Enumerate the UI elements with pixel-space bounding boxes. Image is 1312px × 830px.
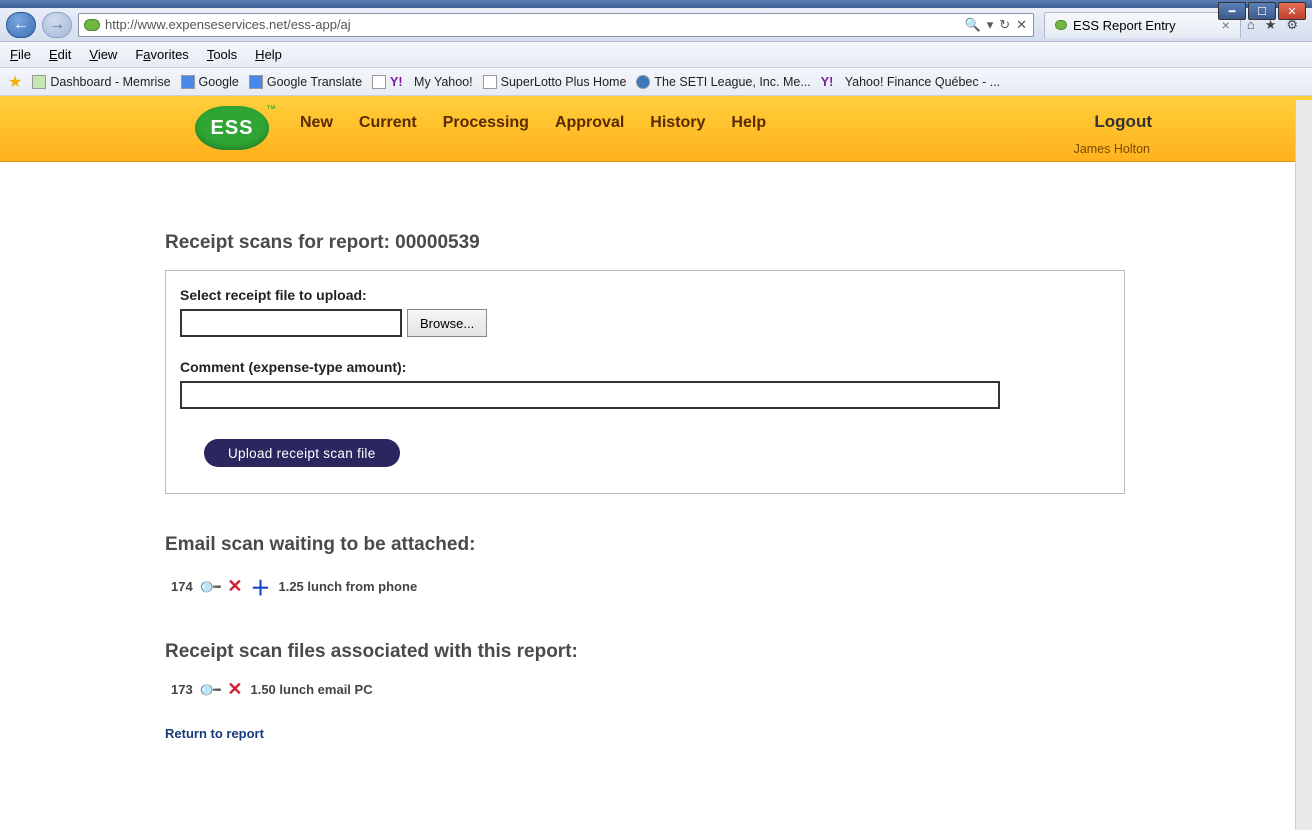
search-icon[interactable]: 🔍 xyxy=(965,17,981,33)
nav-history[interactable]: History xyxy=(650,114,705,132)
email-scan-heading: Email scan waiting to be attached: xyxy=(165,534,1125,556)
fav-link[interactable]: Google Translate xyxy=(249,75,362,89)
select-file-label: Select receipt file to upload: xyxy=(180,287,1110,303)
menu-file[interactable]: File xyxy=(10,47,31,62)
menu-edit[interactable]: Edit xyxy=(49,47,71,62)
page-title: Receipt scans for report: 00000539 xyxy=(165,232,1125,254)
address-bar[interactable]: 🔍 ▾ ↻ ✕ xyxy=(78,13,1034,37)
app-nav: New Current Processing Approval History … xyxy=(300,114,766,132)
nav-approval[interactable]: Approval xyxy=(555,114,624,132)
scan-id: 173 xyxy=(165,682,193,697)
page-content: Receipt scans for report: 00000539 Selec… xyxy=(0,162,1312,741)
nav-current[interactable]: Current xyxy=(359,114,417,132)
upload-panel: Select receipt file to upload: Browse...… xyxy=(165,270,1125,494)
comment-input[interactable] xyxy=(180,381,1000,409)
window-close-button[interactable]: ✕ xyxy=(1278,2,1306,20)
vertical-scrollbar[interactable] xyxy=(1295,100,1312,830)
menu-tools[interactable]: Tools xyxy=(207,47,237,62)
menu-favorites[interactable]: Favorites xyxy=(135,47,188,62)
refresh-icon[interactable]: ↻ xyxy=(999,17,1010,33)
favorites-bar: ★ Dashboard - Memrise Google Google Tran… xyxy=(0,68,1312,96)
tab-title: ESS Report Entry xyxy=(1073,18,1176,33)
browser-toolbar: ← → 🔍 ▾ ↻ ✕ ESS Report Entry × ⌂ ★ ⚙ xyxy=(0,8,1312,42)
site-icon xyxy=(84,19,100,31)
app-header: ESS New Current Processing Approval Hist… xyxy=(0,96,1312,162)
return-link[interactable]: Return to report xyxy=(165,726,264,741)
associated-heading: Receipt scan files associated with this … xyxy=(165,641,1125,663)
delete-icon[interactable]: ✕ xyxy=(227,576,242,597)
logout-link[interactable]: Logout xyxy=(1094,112,1152,132)
window-maximize-button[interactable]: ☐ xyxy=(1248,2,1276,20)
browser-tab[interactable]: ESS Report Entry × xyxy=(1044,12,1241,38)
upload-button[interactable]: Upload receipt scan file xyxy=(204,439,400,467)
menu-help[interactable]: Help xyxy=(255,47,282,62)
window-minimize-button[interactable]: ━ xyxy=(1218,2,1246,20)
file-path-input[interactable] xyxy=(180,309,402,337)
dropdown-icon[interactable]: ▾ xyxy=(987,17,994,33)
scan-description: 1.25 lunch from phone xyxy=(278,579,417,594)
nav-help[interactable]: Help xyxy=(731,114,766,132)
back-button[interactable]: ← xyxy=(6,12,36,38)
fav-link[interactable]: The SETI League, Inc. Me... xyxy=(636,75,810,89)
fav-link[interactable]: Y! My Yahoo! xyxy=(372,75,473,89)
fav-link[interactable]: Dashboard - Memrise xyxy=(32,75,170,89)
magnify-icon[interactable]: 🔍 xyxy=(197,677,223,703)
forward-button[interactable]: → xyxy=(42,12,72,38)
window-titlebar: ━ ☐ ✕ xyxy=(0,0,1312,8)
scan-id: 174 xyxy=(165,579,193,594)
fav-link[interactable]: Y! Yahoo! Finance Québec - ... xyxy=(821,75,1000,89)
tab-favicon xyxy=(1055,20,1067,30)
delete-icon[interactable]: ✕ xyxy=(227,679,242,700)
menu-view[interactable]: View xyxy=(89,47,117,62)
browser-menubar: File Edit View Favorites Tools Help xyxy=(0,42,1312,68)
scan-description: 1.50 lunch email PC xyxy=(250,682,372,697)
associated-scan-row: 173 🔍 ✕ 1.50 lunch email PC xyxy=(165,679,1125,700)
fav-link[interactable]: Google xyxy=(181,75,239,89)
username-label: James Holton xyxy=(1074,142,1150,156)
tab-bar: ESS Report Entry × xyxy=(1040,12,1241,38)
comment-label: Comment (expense-type amount): xyxy=(180,359,1110,375)
nav-processing[interactable]: Processing xyxy=(443,114,529,132)
magnify-icon[interactable]: 🔍 xyxy=(197,574,223,600)
attach-icon[interactable]: ＋ xyxy=(250,572,270,601)
address-controls: 🔍 ▾ ↻ ✕ xyxy=(959,17,1034,33)
add-favorite-icon[interactable]: ★ xyxy=(8,72,22,92)
browse-button[interactable]: Browse... xyxy=(407,309,487,337)
ess-logo[interactable]: ESS xyxy=(195,106,269,150)
stop-icon[interactable]: ✕ xyxy=(1016,17,1027,33)
nav-new[interactable]: New xyxy=(300,114,333,132)
email-scan-row: 174 🔍 ✕ ＋ 1.25 lunch from phone xyxy=(165,572,1125,601)
fav-link[interactable]: SuperLotto Plus Home xyxy=(483,75,627,89)
url-input[interactable] xyxy=(105,17,959,32)
